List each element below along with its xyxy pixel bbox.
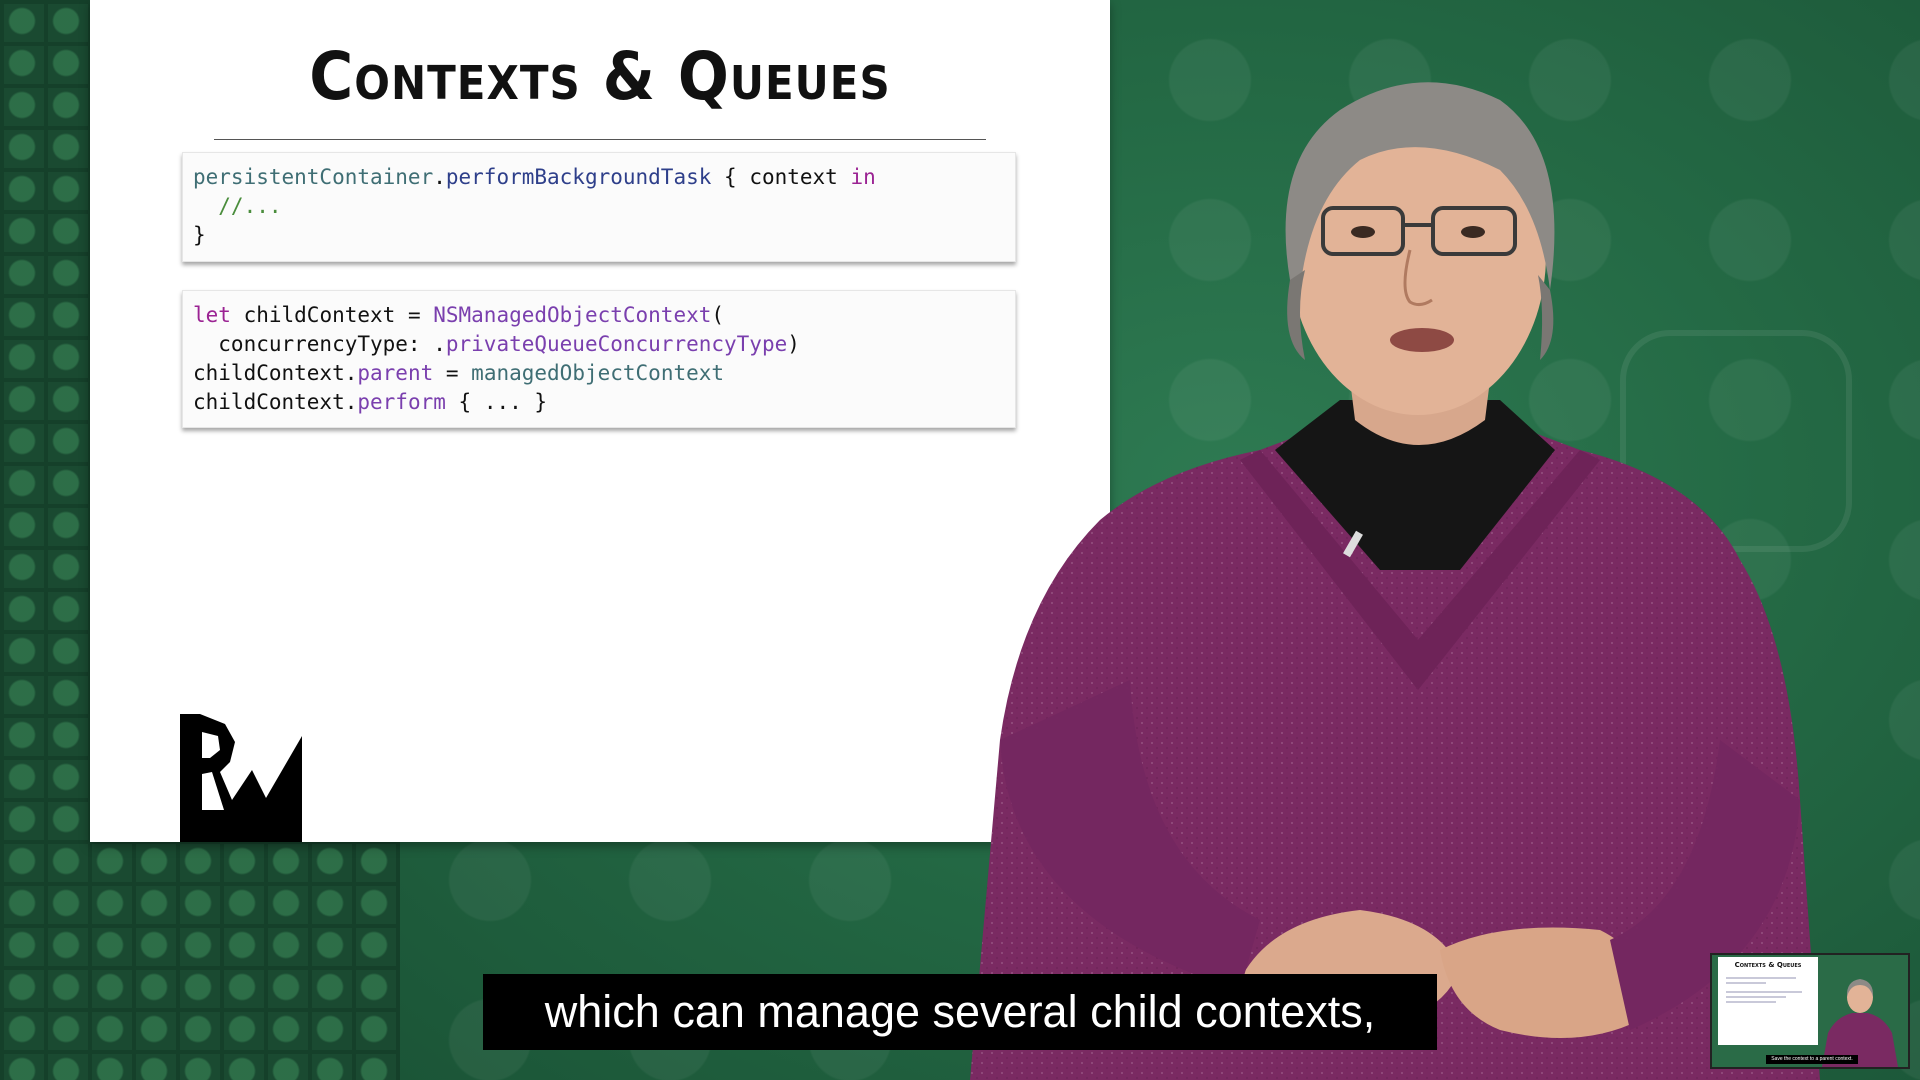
- mini-code-line: [1726, 977, 1796, 979]
- code-token: let: [193, 303, 231, 327]
- code-token: parent: [357, 361, 434, 385]
- code-block-child-context: let childContext = NSManagedObjectContex…: [182, 290, 1016, 428]
- mini-code-line: [1726, 982, 1766, 984]
- code-token: childContext.: [193, 390, 358, 414]
- code-line: childContext.parent = managedObjectConte…: [193, 359, 1005, 388]
- mini-preview-screen: Contexts & Queues Save the context to a …: [1712, 955, 1908, 1067]
- code-token: childContext.: [193, 361, 358, 385]
- code-token: (: [711, 303, 725, 327]
- code-token: managedObjectContext: [471, 361, 725, 385]
- raywenderlich-logo: [180, 714, 302, 842]
- code-line: childContext.perform { ... }: [193, 388, 1005, 417]
- code-token: //...: [193, 194, 282, 218]
- subtitle-caption: which can manage several child contexts,: [483, 974, 1437, 1050]
- code-token: privateQueueConcurrencyType: [445, 332, 788, 356]
- code-line: }: [193, 221, 1005, 250]
- code-token: in: [850, 165, 876, 189]
- code-line: //...: [193, 192, 1005, 221]
- code-token: persistentContainer: [193, 165, 434, 189]
- mini-slide: Contexts & Queues: [1718, 957, 1818, 1045]
- mini-caption: Save the context to a parent context.: [1766, 1055, 1858, 1064]
- mini-video-preview[interactable]: Contexts & Queues Save the context to a …: [1710, 953, 1910, 1069]
- code-line: persistentContainer.performBackgroundTas…: [193, 163, 1005, 192]
- mini-code-line: [1726, 996, 1786, 998]
- code-token: childContext =: [230, 303, 434, 327]
- code-token: concurrencyType: .: [193, 332, 446, 356]
- code-block-background-task: persistentContainer.performBackgroundTas…: [182, 152, 1016, 262]
- title-divider: [214, 139, 986, 140]
- code-token: { context: [711, 165, 851, 189]
- code-token: =: [433, 361, 472, 385]
- code-token: performBackgroundTask: [445, 165, 712, 189]
- code-token: NSManagedObjectContext: [433, 303, 712, 327]
- code-line: let childContext = NSManagedObjectContex…: [193, 301, 1005, 330]
- presenter-video: [970, 82, 1820, 1080]
- mini-code-line: [1726, 1001, 1776, 1003]
- code-token: ): [787, 332, 800, 356]
- mini-slide-title: Contexts & Queues: [1734, 961, 1802, 969]
- mini-code-line: [1726, 991, 1802, 993]
- mini-presenter: [1822, 979, 1898, 1067]
- code-token: }: [193, 223, 206, 247]
- code-token: .: [433, 165, 446, 189]
- code-token: perform: [357, 390, 446, 414]
- code-line: concurrencyType: .privateQueueConcurrenc…: [193, 330, 1005, 359]
- code-token: { ... }: [445, 390, 548, 414]
